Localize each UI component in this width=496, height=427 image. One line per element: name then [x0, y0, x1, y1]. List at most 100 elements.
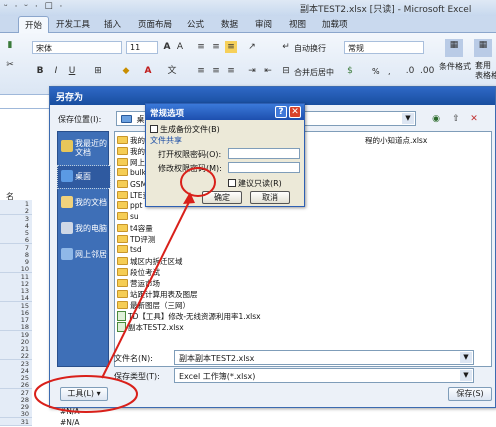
increase-decimal-icon[interactable]: .0: [404, 65, 416, 77]
font-color-icon[interactable]: A: [142, 65, 154, 77]
table-format-button[interactable]: 套用 表格格式: [475, 61, 496, 81]
readonly-checkbox[interactable]: [228, 179, 236, 187]
list-item[interactable]: TD评测: [117, 234, 155, 245]
folder-icon: [117, 136, 128, 144]
tools-button[interactable]: 工具(L) ▾: [60, 387, 108, 401]
table-format-icon[interactable]: ▦: [474, 39, 492, 57]
open-password-input[interactable]: [228, 148, 300, 159]
decrease-decimal-icon[interactable]: .00: [420, 65, 434, 77]
folder-icon: [117, 180, 128, 188]
list-item[interactable]: 我的: [117, 135, 145, 146]
chevron-down-icon[interactable]: ▼: [460, 370, 472, 381]
list-item[interactable]: t4容量: [117, 223, 153, 234]
align-bottom-icon[interactable]: ≡: [225, 41, 237, 53]
list-item[interactable]: 副本TEST2.xlsx: [117, 322, 184, 333]
tab-data[interactable]: 数据: [221, 18, 238, 30]
ok-button[interactable]: 确定: [202, 191, 242, 204]
list-item[interactable]: 站距计算用表及图层: [117, 289, 198, 300]
nav-my-computer[interactable]: 我的电脑: [58, 218, 110, 240]
conditional-format-icon[interactable]: ▦: [445, 39, 463, 57]
tab-page-layout[interactable]: 页面布局: [138, 18, 172, 30]
outdent-icon[interactable]: ⇤: [262, 65, 274, 77]
cell-value[interactable]: #N/A: [60, 418, 80, 427]
folder-icon: [117, 301, 128, 309]
nav-recent-documents[interactable]: 我最近的文档: [58, 136, 110, 162]
save-button[interactable]: 保存(S): [448, 387, 492, 401]
merge-center-button[interactable]: 合并后居中: [294, 67, 334, 78]
tab-addins[interactable]: 加载项: [322, 18, 348, 30]
backup-checkbox[interactable]: [150, 125, 158, 133]
file-sharing-section-label: 文件共享: [150, 136, 182, 145]
align-right-icon[interactable]: ≡: [225, 65, 237, 77]
wrap-text-button[interactable]: 自动换行: [294, 43, 326, 54]
font-size-box[interactable]: 11: [126, 41, 158, 54]
orientation-icon[interactable]: ↗: [246, 41, 258, 53]
list-item[interactable]: su: [117, 212, 139, 223]
tab-review[interactable]: 审阅: [255, 18, 272, 30]
list-item[interactable]: TD【工具】修改-无线资源利用率1.xlsx: [117, 311, 261, 322]
list-item[interactable]: 营运市场: [117, 278, 160, 289]
grow-font-icon[interactable]: A: [161, 41, 173, 53]
filename-input[interactable]: 副本副本TEST2.xlsx ▼: [174, 350, 474, 365]
nav-my-documents[interactable]: 我的文档: [58, 192, 110, 214]
folder-icon: [117, 279, 128, 287]
borders-icon[interactable]: ⊞: [92, 65, 104, 77]
number-format-box[interactable]: 常规: [344, 41, 424, 54]
indent-icon[interactable]: ⇥: [246, 65, 258, 77]
wrap-text-icon[interactable]: ↵: [280, 41, 292, 53]
underline-icon[interactable]: U: [66, 65, 78, 77]
currency-icon[interactable]: $: [344, 65, 356, 77]
fill-color-icon[interactable]: ◆: [120, 65, 132, 77]
align-middle-icon[interactable]: ≡: [210, 41, 222, 53]
chevron-down-icon[interactable]: ▼: [402, 113, 414, 124]
tab-view[interactable]: 视图: [289, 18, 306, 30]
align-left-icon[interactable]: ≡: [195, 65, 207, 77]
list-item[interactable]: 最新图层（三网）: [117, 300, 190, 311]
align-center-icon[interactable]: ≡: [210, 65, 222, 77]
bold-icon[interactable]: B: [34, 65, 46, 77]
list-item[interactable]: 网上: [117, 157, 145, 168]
cell-value[interactable]: #N/A: [60, 407, 80, 416]
delete-icon[interactable]: ✕: [468, 113, 480, 125]
paste-icon[interactable]: ▮: [4, 39, 16, 51]
modify-password-input[interactable]: [228, 162, 300, 173]
close-icon[interactable]: ✕: [289, 106, 301, 118]
list-item[interactable]: 城区内拆迁区域: [117, 256, 183, 267]
italic-icon[interactable]: I: [50, 65, 62, 77]
comma-button[interactable]: ,: [388, 67, 391, 76]
font-name-box[interactable]: 宋体: [32, 41, 122, 54]
tab-insert[interactable]: 插入: [104, 18, 121, 30]
tab-formulas[interactable]: 公式: [187, 18, 204, 30]
list-item[interactable]: bulk: [117, 168, 146, 179]
tab-developer[interactable]: 开发工具: [56, 18, 90, 30]
backup-checkbox-row[interactable]: 生成备份文件(B): [150, 124, 220, 135]
nav-network-places[interactable]: 网上邻居: [58, 244, 110, 266]
conditional-format-button[interactable]: 条件格式: [439, 61, 471, 72]
list-item[interactable]: 程的小知道点.xlsx: [365, 135, 427, 146]
cut-icon[interactable]: ✂: [4, 59, 16, 71]
cancel-button[interactable]: 取消: [250, 191, 290, 204]
row-header[interactable]: 31: [0, 417, 32, 426]
filetype-select[interactable]: Excel 工作簿(*.xlsx) ▼: [174, 368, 474, 383]
list-item[interactable]: ppt: [117, 201, 142, 212]
list-item[interactable]: 段位考试: [117, 267, 160, 278]
shrink-font-icon[interactable]: A: [174, 41, 186, 53]
tab-home[interactable]: 开始: [18, 16, 50, 33]
percent-button[interactable]: %: [372, 67, 380, 76]
readonly-checkbox-row[interactable]: 建议只读(R): [228, 178, 282, 189]
chevron-down-icon[interactable]: ▼: [460, 352, 472, 363]
up-folder-icon[interactable]: ⇧: [450, 113, 462, 125]
phonetic-icon[interactable]: 文: [166, 65, 178, 77]
filename-label: 文件名(N):: [114, 354, 153, 363]
list-item[interactable]: 我的: [117, 146, 145, 157]
quick-access-toolbar[interactable]: ᵕ · ᵕ · ☐ ·: [4, 2, 64, 12]
merge-icon[interactable]: ⊟: [280, 65, 292, 77]
align-top-icon[interactable]: ≡: [195, 41, 207, 53]
ribbon-tab-bar: 开始 开发工具 插入 页面布局 公式 数据 审阅 视图 加载项: [0, 16, 496, 33]
help-icon[interactable]: ?: [275, 106, 287, 118]
back-icon[interactable]: ◉: [430, 113, 442, 125]
nav-desktop[interactable]: 桌面: [57, 165, 111, 189]
list-item[interactable]: tsd: [117, 245, 142, 256]
open-password-label: 打开权限密码(O):: [158, 150, 222, 159]
folder-icon: [117, 257, 128, 265]
